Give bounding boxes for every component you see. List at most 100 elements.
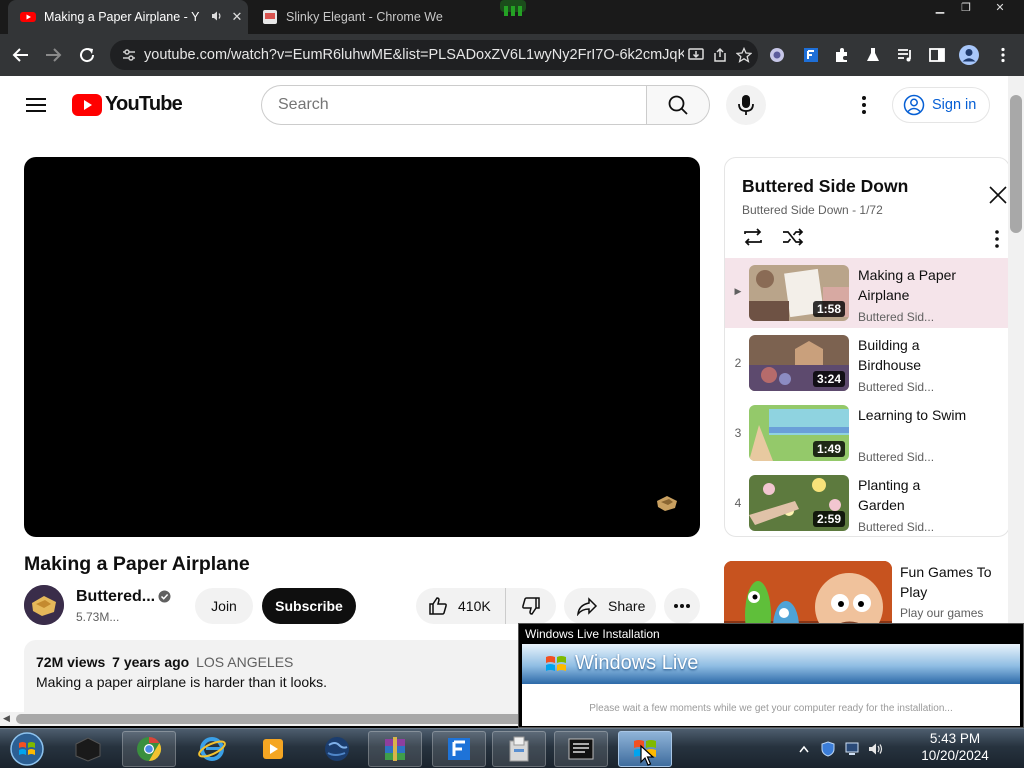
arrow-right-icon <box>46 48 62 62</box>
winrar-archive-icon <box>385 737 405 761</box>
like-button[interactable]: 410K <box>416 588 506 624</box>
windows-flag-icon <box>546 656 566 671</box>
profile-button[interactable] <box>956 42 982 68</box>
settings-menu-button[interactable] <box>852 92 876 118</box>
forward-button[interactable] <box>40 42 66 68</box>
security-shield-icon[interactable] <box>820 741 836 757</box>
hamburger-menu-icon <box>26 98 46 112</box>
audio-playing-icon[interactable] <box>208 10 226 25</box>
playlist-panel: Buttered Side Down Buttered Side Down - … <box>724 157 1010 537</box>
channel-watermark-icon[interactable] <box>655 493 679 513</box>
playlist-item-channel: Buttered Sid... <box>858 310 935 324</box>
horizontal-scrollbar-thumb[interactable] <box>16 714 576 724</box>
minimize-window-button[interactable]: ▁ <box>926 1 954 17</box>
playlist-thumbnail[interactable]: 1:49 <box>749 405 849 461</box>
side-panel-icon <box>929 48 945 62</box>
playlist-subtitle: Buttered Side Down - 1/72 <box>742 203 883 217</box>
f-extension-icon <box>804 48 818 62</box>
video-duration: 1:49 <box>812 441 845 457</box>
browser-tab-strip: Making a Paper Airplane - Y ✕ Slinky Ele… <box>0 0 1024 34</box>
close-tab-icon[interactable]: ✕ <box>226 9 248 25</box>
youtube-logo[interactable]: YouTube <box>72 93 183 116</box>
taskbar-app-f-tool[interactable] <box>432 731 486 767</box>
chrome-browser-icon <box>137 737 162 761</box>
account-circle-icon <box>903 94 925 116</box>
taskbar-app-installer[interactable] <box>492 731 546 767</box>
playlist-thumbnail[interactable]: 3:24 <box>749 335 849 391</box>
channel-avatar[interactable] <box>24 585 64 625</box>
taskbar-app-console[interactable] <box>554 731 608 767</box>
dislike-button[interactable] <box>506 588 556 624</box>
playlist-index: 4 <box>734 496 742 510</box>
taskbar-app-terminal[interactable] <box>61 731 115 767</box>
chrome-menu-button[interactable] <box>990 42 1016 68</box>
volume-icon[interactable] <box>868 741 884 757</box>
search-box[interactable] <box>261 85 647 125</box>
extensions-button[interactable] <box>829 42 855 68</box>
globe-extension-icon <box>770 48 784 62</box>
bookmark-star-icon[interactable] <box>732 47 756 63</box>
shuffle-icon[interactable] <box>781 226 805 248</box>
playlist-item[interactable]: 2 3:24 Building a Birdhouse Buttered Sid… <box>725 328 1009 398</box>
more-vertical-icon[interactable] <box>987 228 1007 250</box>
channel-logo-icon <box>24 585 64 625</box>
sign-in-button[interactable]: Sign in <box>892 87 990 123</box>
search-input[interactable] <box>262 86 647 124</box>
channel-name[interactable]: Buttered... <box>76 588 155 606</box>
vertical-scrollbar-thumb[interactable] <box>1010 95 1022 233</box>
network-icon[interactable] <box>844 741 860 757</box>
dialog-title: Windows Live Installation <box>525 627 660 641</box>
install-app-icon[interactable] <box>684 47 708 63</box>
search-button[interactable] <box>646 85 710 125</box>
playlist-item[interactable]: 3 1:49 Learning to Swim Buttered Sid... <box>725 398 1009 468</box>
subscribe-button[interactable]: Subscribe <box>262 588 356 624</box>
microphone-icon <box>738 95 754 115</box>
taskbar-app-internet-explorer[interactable] <box>185 731 239 767</box>
video-location[interactable]: LOS ANGELES <box>196 654 293 670</box>
close-icon[interactable] <box>987 184 1009 206</box>
dialog-message: Please wait a few moments while we get y… <box>589 703 953 714</box>
start-button[interactable] <box>6 730 48 768</box>
taskbar-app-chrome[interactable] <box>122 731 176 767</box>
show-hidden-icons-icon[interactable] <box>796 741 812 757</box>
site-info-icon[interactable] <box>118 48 140 62</box>
playlist-item[interactable]: ▶ 1:58 Making a Paper Airplane Buttered … <box>725 258 1009 328</box>
subscriber-count: 5.73M... <box>76 610 120 624</box>
taskbar-clock-date[interactable]: 10/20/2024 <box>900 748 1010 763</box>
share-page-icon[interactable] <box>708 47 732 63</box>
labs-button[interactable] <box>860 42 886 68</box>
taskbar-clock-time[interactable]: 5:43 PM <box>900 731 1010 746</box>
scroll-left-icon[interactable]: ◀ <box>3 713 10 724</box>
taskbar-app-globe[interactable] <box>310 731 364 767</box>
window-decoration-icon <box>500 0 526 16</box>
join-button[interactable]: Join <box>195 588 253 624</box>
extension-f-button[interactable] <box>798 42 824 68</box>
loop-icon[interactable] <box>741 226 765 248</box>
extension-globe-button[interactable] <box>764 42 790 68</box>
more-actions-button[interactable] <box>664 588 700 624</box>
url-text[interactable]: youtube.com/watch?v=EumR6luhwME&list=PLS… <box>144 47 684 63</box>
taskbar-app-media-player[interactable] <box>246 731 300 767</box>
restore-window-button[interactable]: ❐ <box>952 1 980 17</box>
voice-search-button[interactable] <box>726 85 766 125</box>
playlist-item[interactable]: 4 2:59 Planting a Garden Buttered Sid... <box>725 468 1009 536</box>
playlist-thumbnail[interactable]: 1:58 <box>749 265 849 321</box>
close-window-button[interactable]: ✕ <box>980 1 1020 17</box>
taskbar-app-winrar[interactable] <box>368 731 422 767</box>
share-button[interactable]: Share <box>564 588 656 624</box>
browser-tab-youtube[interactable]: Making a Paper Airplane - Y ✕ <box>8 0 248 34</box>
address-bar[interactable]: youtube.com/watch?v=EumR6luhwME&list=PLS… <box>110 40 758 70</box>
thumbs-up-icon <box>429 597 447 615</box>
ad-title[interactable]: Fun Games To Play <box>900 562 1000 602</box>
browser-tab-chrome-store[interactable]: Slinky Elegant - Chrome We <box>250 0 490 34</box>
playlist-item-title: Planting a Garden <box>858 477 921 513</box>
video-player[interactable] <box>24 157 700 537</box>
youtube-wordmark: YouTube <box>105 93 183 115</box>
side-panel-button[interactable] <box>924 42 950 68</box>
guide-menu-button[interactable] <box>22 94 50 116</box>
playlist-title[interactable]: Buttered Side Down <box>742 176 908 197</box>
back-button[interactable] <box>8 42 34 68</box>
reload-button[interactable] <box>74 42 100 68</box>
playlist-thumbnail[interactable]: 2:59 <box>749 475 849 531</box>
media-controls-button[interactable] <box>892 42 918 68</box>
